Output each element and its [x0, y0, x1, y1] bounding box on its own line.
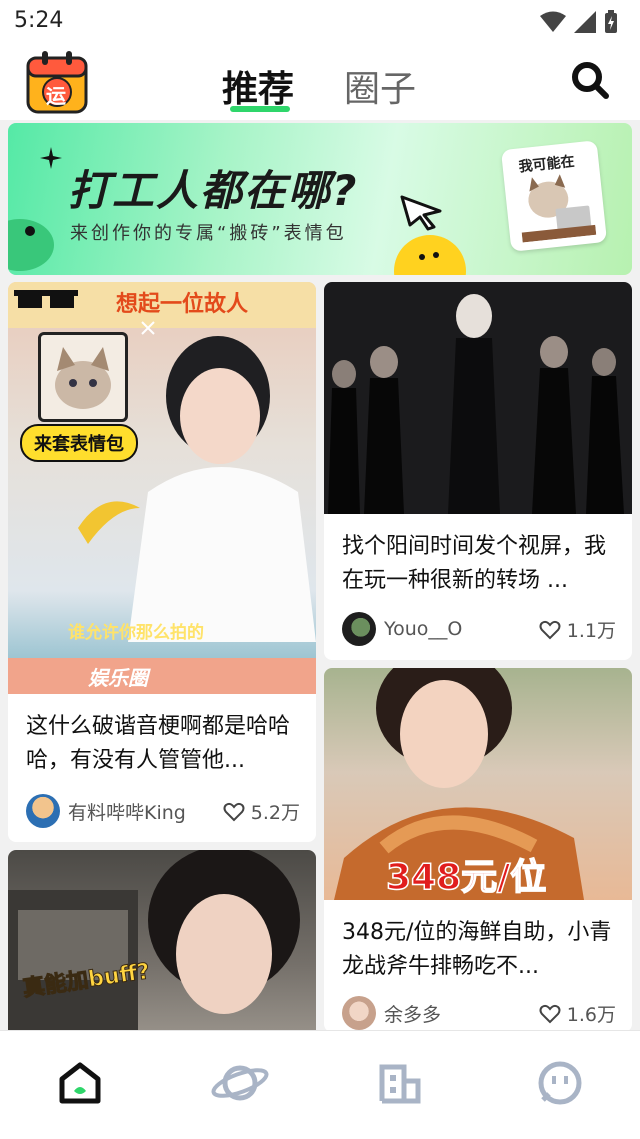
heart-icon — [223, 802, 245, 821]
avatar — [342, 612, 376, 646]
promo-banner[interactable]: 打工人都在哪? 来创作你的专属“搬砖”表情包 我可能在 — [8, 123, 632, 275]
nav-city[interactable] — [368, 1051, 432, 1115]
dancers-figure — [328, 294, 624, 514]
like-count: 5.2万 — [250, 802, 300, 824]
author-name: 有料哔哔King — [68, 801, 186, 824]
like-button[interactable]: 1.6万 — [539, 1000, 616, 1027]
like-count: 1.6万 — [566, 1004, 616, 1026]
post-title: 348元/位的海鲜自助，小青龙战斧牛排畅吃不... — [342, 920, 612, 979]
post-image: 真能加buff? — [8, 850, 316, 1030]
post-card[interactable]: 真能加buff? — [8, 850, 316, 1030]
top-bar: 运 推荐 圈子 — [0, 44, 640, 120]
like-button[interactable]: 1.1万 — [539, 616, 616, 643]
search-button[interactable] — [570, 60, 610, 100]
cursor-icon — [400, 195, 442, 231]
status-time: 5:24 — [14, 8, 64, 33]
post-author[interactable]: 余多多 — [342, 996, 441, 1030]
banner-title: 打工人都在哪? — [68, 166, 359, 215]
bottom-nav — [0, 1030, 640, 1139]
like-count: 1.1万 — [566, 620, 616, 642]
tab-active-indicator — [230, 106, 290, 112]
banner-subtitle: 来创作你的专属“搬砖”表情包 — [70, 223, 347, 244]
sticker-card: 我可能在 — [500, 140, 608, 252]
post-author[interactable]: 有料哔哔King — [26, 794, 186, 828]
search-icon — [572, 62, 609, 99]
feed[interactable]: 打工人都在哪? 来创作你的专属“搬砖”表情包 我可能在 想起一位故人 来套表情包 — [0, 120, 640, 1030]
status-bar: 5:24 — [0, 0, 640, 44]
cat-sticker-icon — [521, 174, 597, 243]
post-card[interactable]: 想起一位故人 来套表情包 谁允许你那么拍的 娱乐圈 这什么破谐音梗啊都是哈哈哈，… — [8, 282, 316, 842]
tab-recommend[interactable]: 推荐 — [222, 60, 294, 112]
post-title: 这什么破谐音梗啊都是哈哈哈，有没有人管管他... — [26, 714, 291, 773]
post-overlay-bottom: 谁允许你那么拍的 — [68, 623, 204, 643]
sparkle-icon — [40, 147, 62, 169]
post-title: 找个阳间时间发个视屏，我在玩一种很新的转场 ... — [342, 534, 607, 593]
tab-circle[interactable]: 圈子 — [344, 60, 416, 112]
post-badge-text: 来套表情包 — [34, 434, 124, 455]
heart-icon — [539, 620, 561, 639]
sunglasses-icon — [14, 290, 78, 308]
status-icons — [540, 10, 618, 34]
post-badge: 来套表情包 — [20, 424, 138, 462]
signal-icon — [574, 11, 596, 33]
person-figure — [8, 850, 300, 1030]
post-image — [324, 282, 632, 514]
post-overlay-price: 348元/位 — [385, 856, 547, 899]
post-card[interactable]: 找个阳间时间发个视屏，我在玩一种很新的转场 ... Youo__O 1.1万 — [324, 282, 632, 660]
avatar — [26, 794, 60, 828]
avatar — [342, 996, 376, 1030]
post-overlay-top: 想起一位故人 — [116, 292, 249, 317]
smiley-sticker-icon — [394, 235, 466, 275]
person-figure — [128, 336, 316, 642]
author-name: 余多多 — [384, 1003, 442, 1026]
chat-face-icon — [538, 1061, 582, 1105]
post-image: 想起一位故人 来套表情包 谁允许你那么拍的 娱乐圈 — [8, 282, 316, 694]
post-author[interactable]: Youo__O — [342, 612, 462, 646]
building-icon — [379, 1064, 421, 1104]
post-image: 348元/位 — [324, 668, 632, 900]
planet-icon — [211, 1065, 269, 1101]
app-logo-char: 运 — [46, 84, 66, 108]
home-icon — [59, 1062, 101, 1104]
author-name: Youo__O — [384, 618, 463, 640]
wifi-icon — [540, 11, 566, 32]
cat-thumbnail — [38, 332, 128, 422]
app-logo[interactable]: 运 — [26, 50, 90, 116]
frog-mascot-icon — [8, 219, 54, 271]
nav-discover[interactable] — [208, 1051, 272, 1115]
heart-icon — [539, 1004, 561, 1023]
like-button[interactable]: 5.2万 — [223, 798, 300, 825]
banana-icon — [78, 501, 140, 544]
battery-icon — [605, 10, 617, 33]
nav-home[interactable] — [48, 1051, 112, 1115]
post-card[interactable]: 348元/位 348元/位的海鲜自助，小青龙战斧牛排畅吃不... 余多多 1.6… — [324, 668, 632, 1030]
nav-messages[interactable] — [528, 1051, 592, 1115]
post-overlay-footer: 娱乐圈 — [88, 666, 148, 690]
